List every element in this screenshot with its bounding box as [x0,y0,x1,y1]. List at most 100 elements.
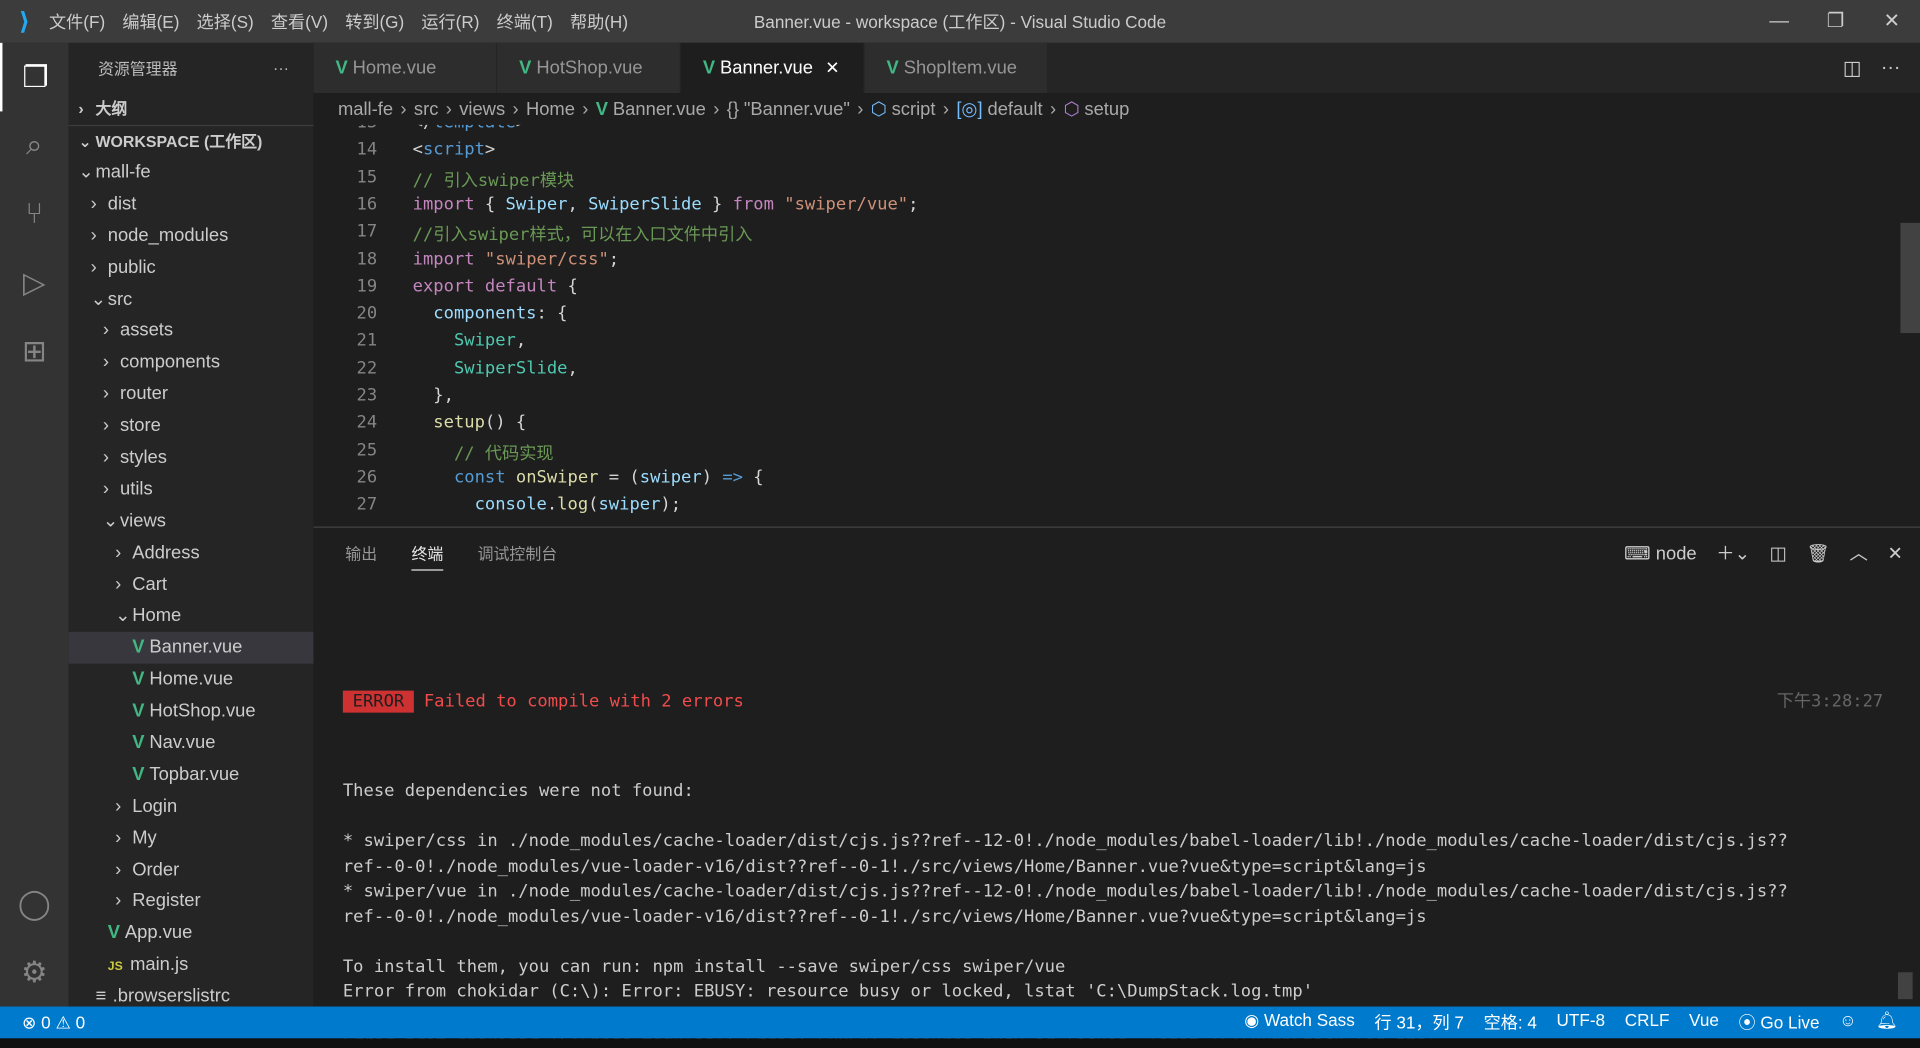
run-debug-icon[interactable]: ▷ [0,249,69,318]
tree-item[interactable]: ≡ .browserslistrc [69,981,314,1007]
notifications-bell-icon[interactable]: 🔔︎ [1876,1010,1898,1034]
tab-shopitem-vue[interactable]: V ShopItem.vue [864,42,1049,94]
tree-item[interactable]: › styles [69,442,314,474]
chevron-right-icon: › [102,415,109,437]
minimize-icon[interactable]: — [1751,0,1807,43]
split-terminal-icon[interactable]: ◫ [1770,542,1787,564]
tree-item[interactable]: V Home.vue [69,664,314,696]
account-icon[interactable]: ◯ [0,869,69,938]
tree-item[interactable]: V Nav.vue [69,727,314,759]
code-token: // 代码实现 [453,443,554,464]
problems-indicator[interactable]: ⊗ 0 ⚠ 0 [0,1012,85,1033]
outline-section[interactable]: › 大纲 [69,93,314,125]
menu-item[interactable]: 文件(F) [49,12,105,32]
tree-item[interactable]: › assets [69,315,314,347]
tree-item[interactable]: › components [69,347,314,379]
close-panel-icon[interactable]: ✕ [1887,542,1902,564]
chevron-right-icon: › [582,98,589,120]
breadcrumb-item[interactable]: default [987,99,1042,120]
tab-hotshop-vue[interactable]: V HotShop.vue [497,42,681,94]
tree-item[interactable]: › utils [69,474,314,506]
workspace-section[interactable]: ⌄ WORKSPACE (工作区) [68,124,314,157]
breadcrumb-item[interactable]: Home [526,99,575,120]
close-tab-icon[interactable]: ✕ [825,58,839,79]
menu-item[interactable]: 选择(S) [197,12,254,32]
panel-tab[interactable]: 终端 [411,541,444,571]
tree-item[interactable]: V HotShop.vue [69,696,314,728]
status-item[interactable]: CRLF [1625,1010,1670,1034]
breadcrumb-item[interactable]: setup [1084,99,1129,120]
breadcrumb-item[interactable]: script [892,99,936,120]
terminal-scrollbar[interactable] [1897,972,1913,1000]
editor-scrollbar[interactable] [1900,222,1920,334]
maximize-icon[interactable]: ❐ [1807,0,1863,43]
tree-item[interactable]: › router [69,379,314,411]
status-item[interactable]: ◉ Watch Sass [1244,1010,1355,1034]
chevron-right-icon: › [90,225,97,246]
tree-item[interactable]: V Topbar.vue [69,759,314,791]
feedback-icon[interactable]: ☺ [1839,1010,1857,1034]
status-label: Vue [1689,1010,1719,1030]
tree-item[interactable]: ⌄ src [69,284,314,316]
tree-item[interactable]: › Cart [69,569,314,601]
tree-item[interactable]: › store [69,410,314,442]
editor-tabs: V Home.vue V HotShop.vue V Banner.vue ✕ V ShopIt… [313,42,1920,94]
code-token: Swiper [453,331,516,351]
chevron-right-icon: › [102,320,109,341]
tree-item[interactable]: V App.vue [69,918,314,950]
code-token: , [515,331,527,351]
status-item[interactable]: UTF-8 [1557,1010,1606,1034]
menu-item[interactable]: 编辑(E) [122,12,179,32]
new-terminal-icon[interactable]: ＋⌄ [1716,540,1750,566]
code-line: const onSwiper = (swiper) => { [413,468,764,488]
chevron-right-icon: › [90,193,97,215]
extensions-icon[interactable]: ⊞ [0,317,69,386]
tree-item[interactable]: › node_modules [69,220,314,252]
source-control-icon[interactable]: ⑂ [0,180,69,249]
tree-item[interactable]: › dist [69,188,314,220]
tree-item[interactable]: JS main.js [69,949,314,981]
code-token: = ( [598,467,640,488]
close-icon[interactable]: ✕ [1864,0,1920,43]
status-item[interactable]: 行 31，列 7 [1374,1010,1464,1034]
tree-item[interactable]: ⌄ Home [69,601,314,633]
maximize-panel-icon[interactable]: ︿ [1849,540,1867,566]
split-editor-icon[interactable]: ◫ [1843,56,1862,80]
status-item[interactable]: 空格: 4 [1484,1010,1537,1034]
terminal-shell-selector[interactable]: ⌨ node [1624,542,1696,564]
menu-item[interactable]: 运行(R) [421,12,479,32]
search-icon[interactable]: ⌕ [0,111,69,180]
tab-banner-vue[interactable]: V Banner.vue ✕ [680,42,865,94]
tree-item[interactable]: › Register [69,886,314,918]
menu-item[interactable]: 查看(V) [271,12,328,32]
terminal-output[interactable]: ERROR Failed to compile with 2 errors 下午3:… [342,650,1896,1048]
status-label: UTF-8 [1556,1010,1606,1030]
panel-tab[interactable]: 调试控制台 [478,541,558,564]
tree-item[interactable]: › Address [69,537,314,569]
tree-item[interactable]: V Banner.vue [68,632,314,664]
menu-item[interactable]: 帮助(H) [570,12,628,32]
tree-item[interactable]: › Login [69,791,314,823]
explorer-icon[interactable]: ❐ [0,42,69,112]
breadcrumb-item[interactable]: views [459,99,505,120]
status-item[interactable]: ⦿ Go Live [1739,1010,1820,1034]
breadcrumb-item[interactable]: src [414,99,438,120]
trash-icon[interactable]: 🗑 [1807,542,1830,564]
code-editor[interactable]: 13</template>14<script>15// 引入swiper模块16… [313,124,1920,527]
more-actions-icon[interactable]: ··· [273,59,289,77]
more-actions-icon[interactable]: ··· [1881,57,1901,79]
menu-item[interactable]: 终端(T) [497,12,553,32]
status-item[interactable]: Vue [1689,1010,1719,1034]
tree-item[interactable]: › Order [69,854,314,886]
tree-item[interactable]: ⌄ views [69,505,314,537]
tree-item[interactable]: › public [69,252,314,284]
breadcrumb-item[interactable]: "Banner.vue" [744,99,850,120]
menu-item[interactable]: 转到(G) [345,12,404,32]
tree-item[interactable]: ⌄ mall-fe [69,157,314,189]
tree-item[interactable]: › My [69,822,314,854]
breadcrumb-item[interactable]: Banner.vue [613,99,706,120]
panel-tab[interactable]: 输出 [345,541,377,564]
tab-home-vue[interactable]: V Home.vue [313,42,498,94]
breadcrumb-item[interactable]: mall-fe [338,99,393,120]
settings-gear-icon[interactable]: ⚙ [0,938,69,1007]
